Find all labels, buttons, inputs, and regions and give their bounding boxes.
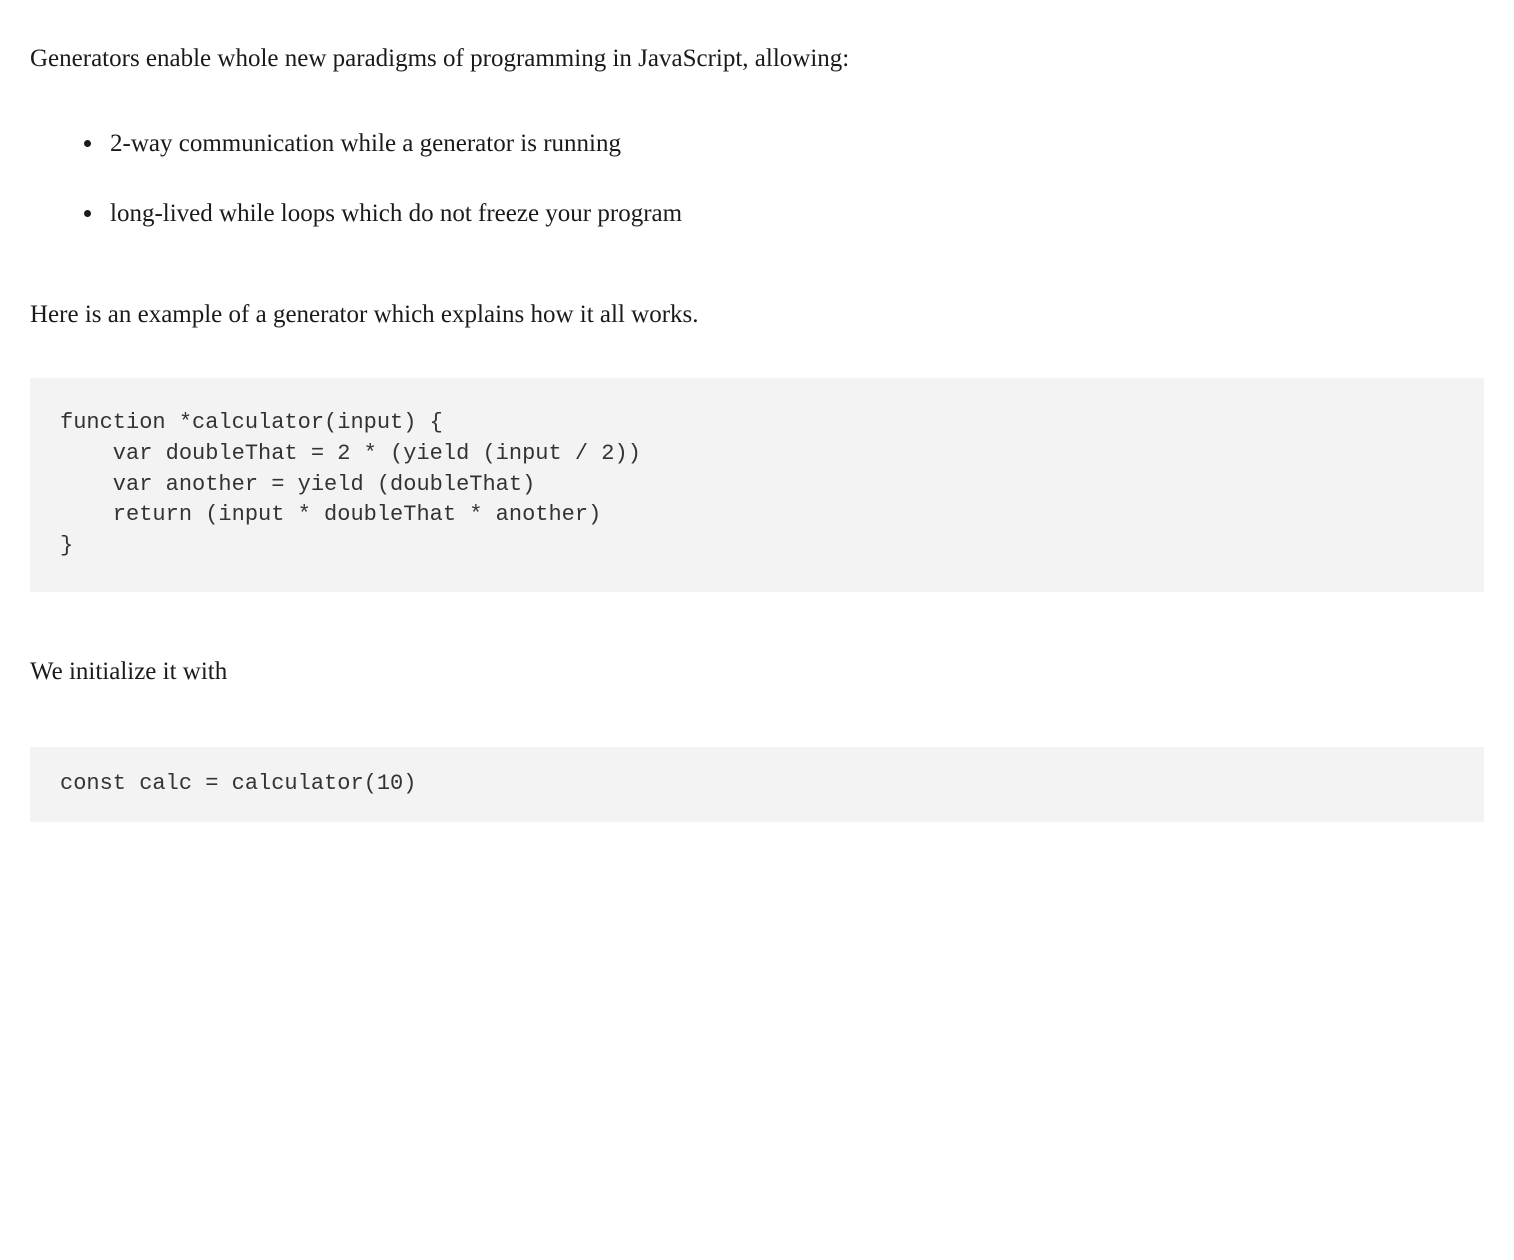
- code-block-generator: function *calculator(input) { var double…: [30, 378, 1484, 592]
- feature-list: 2-way communication while a generator is…: [30, 123, 1484, 236]
- example-intro-paragraph: Here is an example of a generator which …: [30, 291, 1484, 339]
- intro-paragraph: Generators enable whole new paradigms of…: [30, 35, 1484, 83]
- initialize-paragraph: We initialize it with: [30, 652, 1484, 692]
- code-block-initialize: const calc = calculator(10): [30, 747, 1484, 822]
- list-item: long-lived while loops which do not free…: [105, 193, 1484, 236]
- list-item: 2-way communication while a generator is…: [105, 123, 1484, 166]
